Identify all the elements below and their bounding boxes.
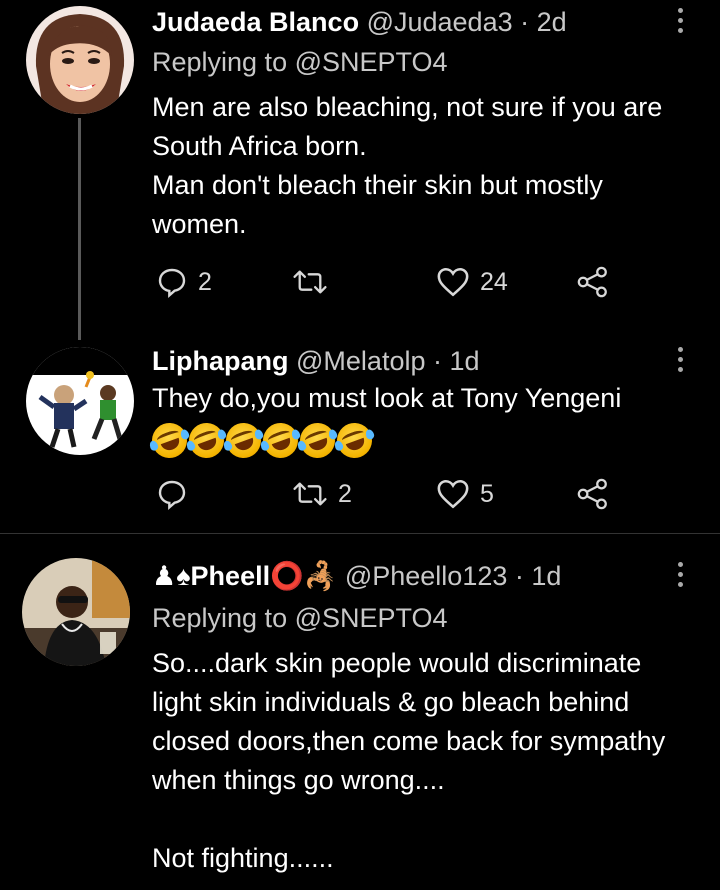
like-button[interactable]: 5 bbox=[436, 474, 494, 514]
tweet-liphapang[interactable]: Liphapang @Melatolp · 1d They do,you mus… bbox=[0, 335, 720, 530]
replying-mention[interactable]: @SNEPTO4 bbox=[295, 603, 448, 633]
rofl-emoji bbox=[147, 418, 192, 463]
tweet-header: Liphapang @Melatolp · 1d bbox=[152, 341, 670, 381]
user-handle[interactable]: @Judaeda3 bbox=[367, 7, 513, 37]
reply-icon bbox=[158, 480, 186, 510]
user-handle[interactable]: @Pheello123 bbox=[345, 561, 508, 591]
retweet-icon bbox=[293, 482, 327, 506]
replying-to: Replying to @SNEPTO4 bbox=[152, 600, 448, 636]
display-name[interactable]: Liphapang bbox=[152, 346, 289, 376]
rofl-emoji bbox=[221, 418, 266, 463]
user-handle[interactable]: @Melatolp bbox=[296, 346, 425, 376]
rofl-emoji bbox=[295, 418, 340, 463]
reply-button[interactable] bbox=[156, 474, 198, 514]
more-vertical-icon[interactable] bbox=[678, 347, 684, 372]
tweet-pheello[interactable]: ♟♠Pheell⭕🦂 @Pheello123 · 1d Replying to … bbox=[0, 534, 720, 890]
share-icon bbox=[577, 478, 607, 510]
like-button[interactable]: 24 bbox=[436, 262, 508, 302]
timestamp[interactable]: · 1d bbox=[515, 561, 562, 591]
rofl-emoji bbox=[332, 418, 377, 463]
reply-count: 2 bbox=[198, 267, 212, 296]
display-name[interactable]: ♟♠Pheell⭕🦂 bbox=[152, 561, 337, 591]
share-button[interactable] bbox=[576, 262, 610, 302]
display-name[interactable]: Judaeda Blanco bbox=[152, 7, 359, 37]
rofl-emoji bbox=[258, 418, 303, 463]
tweet-text: So....dark skin people would discriminat… bbox=[152, 648, 666, 873]
share-icon bbox=[577, 266, 607, 298]
replying-label: Replying to bbox=[152, 47, 288, 77]
tweet-actions: 2 24 bbox=[152, 262, 622, 302]
replying-to: Replying to @SNEPTO4 bbox=[152, 44, 448, 80]
retweet-icon bbox=[293, 270, 327, 294]
reply-button[interactable]: 2 bbox=[156, 262, 212, 302]
reply-icon bbox=[158, 268, 186, 298]
like-count: 5 bbox=[480, 479, 494, 508]
retweet-button[interactable]: 2 bbox=[292, 474, 352, 514]
tweet-header: ♟♠Pheell⭕🦂 @Pheello123 · 1d bbox=[152, 556, 670, 596]
tweet-text: They do,you must look at Tony Yengeni bbox=[152, 383, 622, 413]
avatar[interactable] bbox=[26, 6, 134, 114]
timestamp[interactable]: · 2d bbox=[520, 7, 567, 37]
avatar[interactable] bbox=[26, 347, 134, 455]
tweet-header: Judaeda Blanco @Judaeda3 · 2d bbox=[152, 2, 670, 42]
timestamp[interactable]: · 1d bbox=[433, 346, 480, 376]
more-vertical-icon[interactable] bbox=[678, 562, 684, 587]
heart-icon bbox=[437, 479, 469, 509]
retweet-button[interactable] bbox=[292, 262, 338, 302]
like-count: 24 bbox=[480, 267, 508, 296]
tweet-judaeda[interactable]: Judaeda Blanco @Judaeda3 · 2d Replying t… bbox=[0, 0, 720, 340]
more-vertical-icon[interactable] bbox=[678, 8, 684, 33]
replying-mention[interactable]: @SNEPTO4 bbox=[295, 47, 448, 77]
retweet-count: 2 bbox=[338, 479, 352, 508]
tweet-text: Men are also bleaching, not sure if you … bbox=[152, 92, 663, 239]
thread-line bbox=[78, 118, 81, 340]
avatar[interactable] bbox=[22, 558, 130, 666]
replying-label: Replying to bbox=[152, 603, 288, 633]
rofl-emoji bbox=[184, 418, 229, 463]
emoji-row bbox=[147, 418, 377, 463]
share-button[interactable] bbox=[576, 474, 610, 514]
heart-icon bbox=[437, 267, 469, 297]
tweet-actions: 2 5 bbox=[152, 474, 622, 514]
